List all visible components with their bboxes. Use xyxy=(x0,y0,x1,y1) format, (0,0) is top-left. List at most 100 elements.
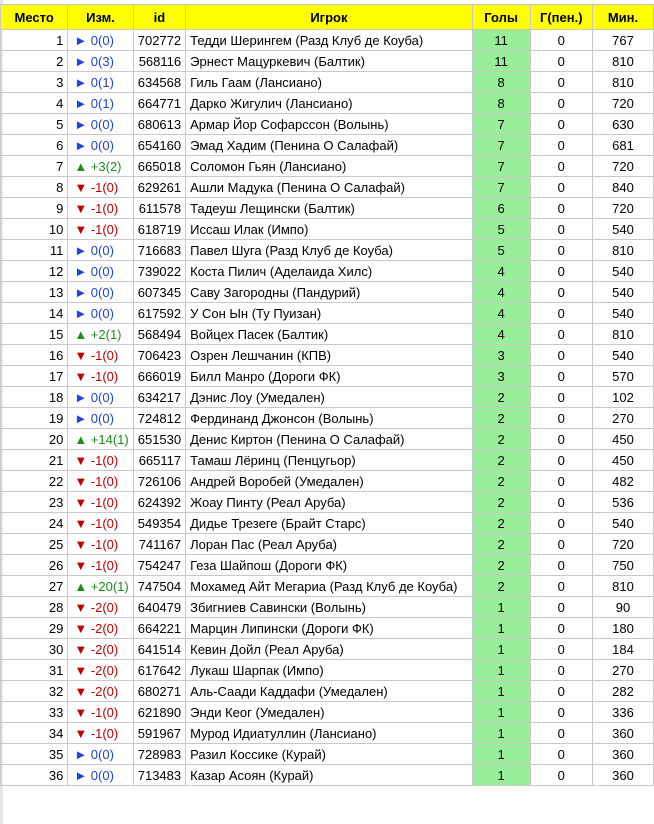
cell-change[interactable]: ▲ +14(1) xyxy=(67,428,134,450)
cell-change[interactable]: ► 0(0) xyxy=(67,260,134,282)
cell-change[interactable]: ► 0(0) xyxy=(67,764,134,786)
cell-change[interactable]: ► 0(0) xyxy=(67,281,134,303)
cell-minutes[interactable]: 90 xyxy=(592,596,654,618)
cell-minutes[interactable]: 840 xyxy=(592,176,654,198)
cell-minutes[interactable]: 360 xyxy=(592,743,654,765)
cell-penalty-goals[interactable]: 0 xyxy=(529,239,594,261)
cell-place[interactable]: 28 xyxy=(0,596,69,618)
table-row[interactable]: 25 ▼ -1(0) 741167 Лоран Пас (Реал Аруба) 2 0 7… xyxy=(0,533,654,555)
cell-id[interactable]: 724812 xyxy=(132,407,187,429)
cell-place[interactable]: 12 xyxy=(0,260,69,282)
cell-minutes[interactable]: 270 xyxy=(592,407,654,429)
cell-minutes[interactable]: 810 xyxy=(592,323,654,345)
cell-place[interactable]: 22 xyxy=(0,470,69,492)
table-row[interactable]: 18 ► 0(0) 634217 Дэнис Лоу (Умедален) 2 0 102 xyxy=(0,386,654,408)
cell-player[interactable]: Ашли Мадука (Пенина О Салафай) xyxy=(185,176,473,198)
cell-change[interactable]: ▼ -1(0) xyxy=(67,449,134,471)
cell-id[interactable]: 680613 xyxy=(132,113,187,135)
cell-goals[interactable]: 3 xyxy=(471,365,531,387)
cell-place[interactable]: 4 xyxy=(0,92,69,114)
cell-player[interactable]: Фердинанд Джонсон (Волынь) xyxy=(185,407,473,429)
cell-id[interactable]: 702772 xyxy=(132,29,187,51)
cell-change[interactable]: ▼ -2(0) xyxy=(67,659,134,681)
cell-penalty-goals[interactable]: 0 xyxy=(529,407,594,429)
cell-minutes[interactable]: 630 xyxy=(592,113,654,135)
cell-penalty-goals[interactable]: 0 xyxy=(529,470,594,492)
cell-player[interactable]: Саву Загородны (Пандурий) xyxy=(185,281,473,303)
cell-change[interactable]: ▼ -2(0) xyxy=(67,617,134,639)
cell-minutes[interactable]: 540 xyxy=(592,512,654,534)
table-row[interactable]: 4 ► 0(1) 664771 Дарко Жигулич (Лансиано) 8 0 7… xyxy=(0,92,654,114)
cell-id[interactable]: 640479 xyxy=(132,596,187,618)
cell-minutes[interactable]: 810 xyxy=(592,71,654,93)
table-row[interactable]: 35 ► 0(0) 728983 Разил Коссике (Курай) 1 0 360 xyxy=(0,743,654,765)
cell-place[interactable]: 18 xyxy=(0,386,69,408)
cell-minutes[interactable]: 540 xyxy=(592,260,654,282)
cell-goals[interactable]: 7 xyxy=(471,134,531,156)
cell-goals[interactable]: 2 xyxy=(471,386,531,408)
cell-place[interactable]: 11 xyxy=(0,239,69,261)
cell-id[interactable]: 706423 xyxy=(132,344,187,366)
table-row[interactable]: 8 ▼ -1(0) 629261 Ашли Мадука (Пенина О Сала… xyxy=(0,176,654,198)
cell-player[interactable]: Иссаш Илак (Импо) xyxy=(185,218,473,240)
column-header-penalty-goals[interactable]: Г(пен.) xyxy=(529,4,594,30)
cell-id[interactable]: 747504 xyxy=(132,575,187,597)
cell-penalty-goals[interactable]: 0 xyxy=(529,386,594,408)
cell-player[interactable]: Коста Пилич (Аделаида Хилс) xyxy=(185,260,473,282)
table-row[interactable]: 27 ▲ +20(1) 747504 Мохамед Айт Мегариа (Раз… xyxy=(0,575,654,597)
cell-place[interactable]: 31 xyxy=(0,659,69,681)
table-row[interactable]: 16 ▼ -1(0) 706423 Озрен Лешчанин (КПВ) 3 0 540 xyxy=(0,344,654,366)
cell-place[interactable]: 29 xyxy=(0,617,69,639)
column-header-goals[interactable]: Голы xyxy=(471,4,531,30)
cell-minutes[interactable]: 450 xyxy=(592,428,654,450)
cell-goals[interactable]: 8 xyxy=(471,92,531,114)
cell-goals[interactable]: 4 xyxy=(471,260,531,282)
cell-player[interactable]: Андрей Воробей (Умедален) xyxy=(185,470,473,492)
cell-player[interactable]: Мурод Идиатуллин (Лансиано) xyxy=(185,722,473,744)
cell-penalty-goals[interactable]: 0 xyxy=(529,344,594,366)
cell-place[interactable]: 14 xyxy=(0,302,69,324)
cell-player[interactable]: Павел Шуга (Разд Клуб де Коуба) xyxy=(185,239,473,261)
cell-minutes[interactable]: 720 xyxy=(592,533,654,555)
cell-goals[interactable]: 7 xyxy=(471,176,531,198)
table-row[interactable]: 23 ▼ -1(0) 624392 Жоау Пинту (Реал Аруба) 2 0… xyxy=(0,491,654,513)
table-row[interactable]: 30 ▼ -2(0) 641514 Кевин Дойл (Реал Аруба) 1 0… xyxy=(0,638,654,660)
table-row[interactable]: 5 ► 0(0) 680613 Армар Йор Софарссон (Волынь… xyxy=(0,113,654,135)
cell-change[interactable]: ► 0(1) xyxy=(67,71,134,93)
cell-change[interactable]: ► 0(0) xyxy=(67,134,134,156)
cell-goals[interactable]: 7 xyxy=(471,155,531,177)
cell-change[interactable]: ▼ -1(0) xyxy=(67,722,134,744)
cell-goals[interactable]: 1 xyxy=(471,680,531,702)
cell-place[interactable]: 35 xyxy=(0,743,69,765)
cell-penalty-goals[interactable]: 0 xyxy=(529,113,594,135)
cell-minutes[interactable]: 360 xyxy=(592,764,654,786)
table-row[interactable]: 34 ▼ -1(0) 591967 Мурод Идиатуллин (Лансиан… xyxy=(0,722,654,744)
cell-minutes[interactable]: 536 xyxy=(592,491,654,513)
cell-goals[interactable]: 4 xyxy=(471,302,531,324)
cell-id[interactable]: 624392 xyxy=(132,491,187,513)
cell-place[interactable]: 33 xyxy=(0,701,69,723)
cell-penalty-goals[interactable]: 0 xyxy=(529,701,594,723)
cell-goals[interactable]: 1 xyxy=(471,743,531,765)
cell-change[interactable]: ► 0(0) xyxy=(67,239,134,261)
cell-id[interactable]: 654160 xyxy=(132,134,187,156)
cell-penalty-goals[interactable]: 0 xyxy=(529,281,594,303)
cell-place[interactable]: 20 xyxy=(0,428,69,450)
cell-id[interactable]: 754247 xyxy=(132,554,187,576)
cell-player[interactable]: Билл Манро (Дороги ФК) xyxy=(185,365,473,387)
cell-place[interactable]: 21 xyxy=(0,449,69,471)
cell-place[interactable]: 13 xyxy=(0,281,69,303)
cell-penalty-goals[interactable]: 0 xyxy=(529,638,594,660)
cell-change[interactable]: ▼ -1(0) xyxy=(67,365,134,387)
cell-minutes[interactable]: 570 xyxy=(592,365,654,387)
cell-place[interactable]: 30 xyxy=(0,638,69,660)
cell-minutes[interactable]: 720 xyxy=(592,197,654,219)
table-row[interactable]: 15 ▲ +2(1) 568494 Войцех Пасек (Балтик) 4 0 81… xyxy=(0,323,654,345)
table-row[interactable]: 31 ▼ -2(0) 617642 Лукаш Шарпак (Импо) 1 0 270 xyxy=(0,659,654,681)
cell-change[interactable]: ► 0(0) xyxy=(67,302,134,324)
cell-place[interactable]: 17 xyxy=(0,365,69,387)
cell-minutes[interactable]: 720 xyxy=(592,155,654,177)
cell-penalty-goals[interactable]: 0 xyxy=(529,302,594,324)
cell-minutes[interactable]: 360 xyxy=(592,722,654,744)
cell-penalty-goals[interactable]: 0 xyxy=(529,617,594,639)
